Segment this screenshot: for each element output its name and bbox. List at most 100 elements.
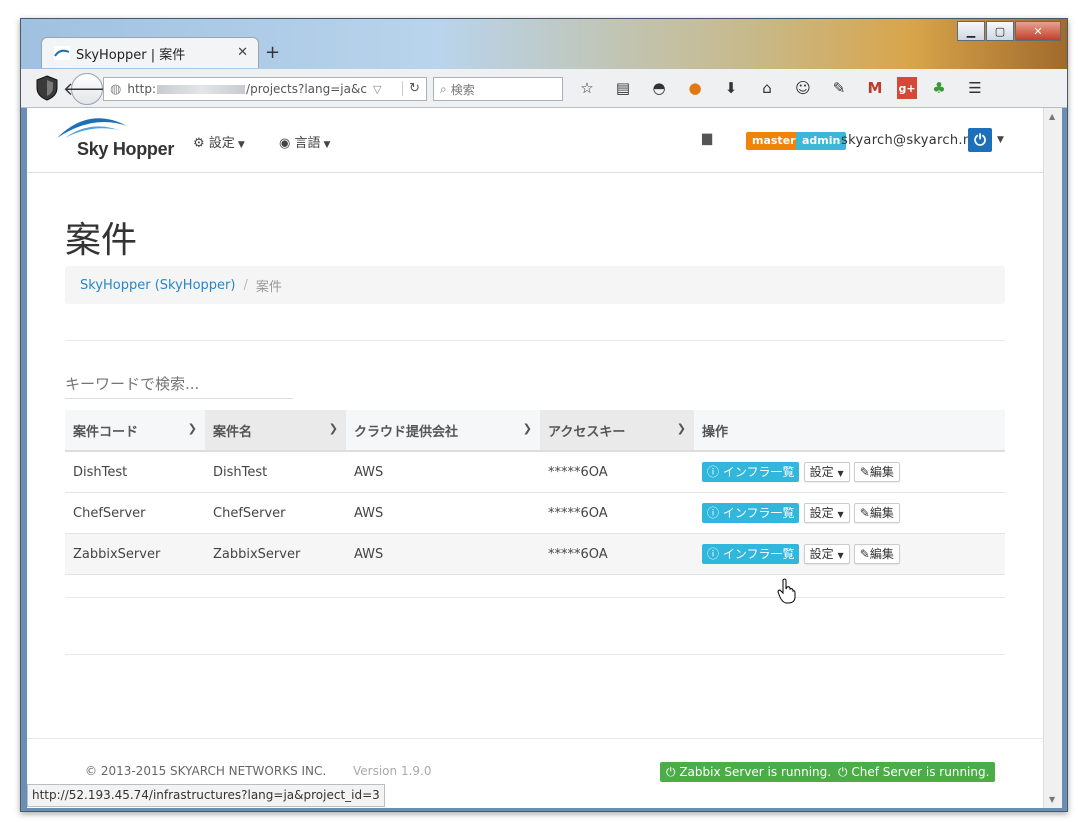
info-icon: ⓘ xyxy=(707,465,720,479)
infra-list-button[interactable]: ⓘ インフラ一覧 xyxy=(702,544,800,564)
browser-status-bar: http://52.193.45.74/infrastructures?lang… xyxy=(27,784,385,807)
bookmark-star-icon[interactable]: ☆ xyxy=(573,77,601,99)
cell-name: ZabbixServer xyxy=(205,533,346,575)
table-row: DishTest DishTest AWS *****6OA ⓘ インフラ一覧 … xyxy=(65,451,1005,493)
cell-access-key: *****6OA xyxy=(540,533,694,575)
breadcrumb-current: 案件 xyxy=(255,279,282,295)
addon-icon[interactable]: ● xyxy=(681,77,709,99)
keyword-search-input[interactable] xyxy=(65,370,293,399)
infra-list-button[interactable]: ⓘ インフラ一覧 xyxy=(702,503,800,523)
scroll-up-icon[interactable]: ▲ xyxy=(1049,112,1055,121)
gears-icon: ⚙ xyxy=(193,136,205,151)
settings-dropdown-button[interactable]: 設定 ▼ xyxy=(803,544,850,564)
close-window-button[interactable]: ✕ xyxy=(1015,21,1061,41)
edit-icon: ✎ xyxy=(859,547,870,561)
caret-down-icon: ▼ xyxy=(837,510,844,519)
table-row: ChefServer ChefServer AWS *****6OA ⓘ インフ… xyxy=(65,492,1005,534)
settings-dropdown-button[interactable]: 設定 ▼ xyxy=(803,503,850,523)
minimize-button[interactable]: ▁ xyxy=(957,21,985,41)
column-header-code[interactable]: 案件コード ❯ xyxy=(65,410,205,452)
cell-code: DishTest xyxy=(65,451,205,493)
reading-list-icon[interactable]: ▤ xyxy=(609,77,637,99)
browser-search-bar[interactable]: ⌕ 検索 xyxy=(433,77,563,101)
table-header-row: 案件コード ❯ 案件名 ❯ クラウド提供会社 ❯ アクセスキー ❯ 操作 xyxy=(65,410,1005,452)
url-prefix: http: xyxy=(127,82,157,96)
maximize-button[interactable]: ▢ xyxy=(986,21,1014,41)
table-row: ZabbixServer ZabbixServer AWS *****6OA ⓘ… xyxy=(65,533,1005,575)
google-plus-icon[interactable]: g+ xyxy=(897,77,917,99)
power-icon: ⏻ xyxy=(666,765,676,779)
globe-icon: ◉ xyxy=(279,136,291,151)
master-badge: master xyxy=(746,132,802,150)
toolbar-icons: ☆ ▤ ◓ ● ⬇ ⌂ ☺ ✎ M g+ ♣ ☰ xyxy=(573,77,997,99)
cell-access-key: *****6OA xyxy=(540,492,694,534)
info-icon: ⓘ xyxy=(707,506,720,520)
edit-button[interactable]: ✎編集 xyxy=(853,462,900,482)
page-scrollbar[interactable]: ▲ ▼ xyxy=(1043,108,1062,808)
back-button[interactable]: 🡐 xyxy=(63,73,111,105)
edit-icon: ✎ xyxy=(859,465,870,479)
extension-icon[interactable]: ♣ xyxy=(925,77,953,99)
download-icon[interactable]: ⬇ xyxy=(717,77,745,99)
settings-menu[interactable]: ⚙ 設定 ▼ xyxy=(193,132,245,151)
user-email[interactable]: skyarch@skyarch.net xyxy=(841,133,985,148)
breadcrumb: SkyHopper (SkyHopper) / 案件 xyxy=(65,266,1005,304)
browser-tab[interactable]: SkyHopper | 案件 ✕ xyxy=(41,37,259,68)
home-icon[interactable]: ⌂ xyxy=(753,77,781,99)
tab-close-icon[interactable]: ✕ xyxy=(237,45,248,60)
column-header-actions: 操作 xyxy=(694,410,1005,452)
chevron-down-icon: ▼ xyxy=(237,140,245,150)
infra-list-button[interactable]: ⓘ インフラ一覧 xyxy=(702,462,800,482)
comment-icon[interactable]: ▆ xyxy=(702,131,712,146)
browser-toolbar: 🡐 ◍ http: /projects?lang=ja&c ▽ ↻ ⌕ 検索 ☆… xyxy=(21,69,1067,108)
breadcrumb-link[interactable]: SkyHopper (SkyHopper) xyxy=(80,278,235,293)
reload-icon[interactable]: ↻ xyxy=(402,81,420,96)
url-bar[interactable]: ◍ http: /projects?lang=ja&c ▽ ↻ xyxy=(103,77,427,101)
url-redacted xyxy=(157,84,246,94)
column-header-name[interactable]: 案件名 ❯ xyxy=(205,410,346,452)
chevron-down-icon: ❯ xyxy=(328,422,338,435)
chef-status-badge: ⏻ Chef Server is running. xyxy=(832,762,996,782)
logo-wing-icon xyxy=(57,118,127,138)
url-dropdown-icon[interactable]: ▽ xyxy=(373,83,381,96)
globe-icon: ◍ xyxy=(110,81,122,97)
chevron-down-icon: ❯ xyxy=(187,422,197,435)
shield-icon[interactable] xyxy=(35,75,59,101)
language-menu-label: 言語 xyxy=(294,136,321,151)
edit-button[interactable]: ✎編集 xyxy=(853,503,900,523)
copyright-text: © 2013-2015 SKYARCH NETWORKS INC. xyxy=(85,764,327,778)
tab-title: SkyHopper | 案件 xyxy=(76,47,186,63)
search-icon: ⌕ xyxy=(440,81,447,96)
edit-button[interactable]: ✎編集 xyxy=(853,544,900,564)
cell-access-key: *****6OA xyxy=(540,451,694,493)
admin-badge: admin xyxy=(796,132,847,150)
menu-icon[interactable]: ☰ xyxy=(961,77,989,99)
skyhopper-favicon-icon xyxy=(54,46,70,60)
cell-actions: ⓘ インフラ一覧 設定 ▼ ✎編集 xyxy=(694,451,1005,493)
user-menu-chevron-icon[interactable]: ▼ xyxy=(997,135,1004,145)
divider xyxy=(65,340,1005,341)
skyhopper-logo[interactable]: Sky Hopper xyxy=(55,112,175,164)
cell-code: ChefServer xyxy=(65,492,205,534)
column-header-access-key[interactable]: アクセスキー ❯ xyxy=(540,410,694,452)
cell-cloud: AWS xyxy=(346,492,540,534)
browser-window: ▁ ▢ ✕ SkyHopper | 案件 ✕ + 🡐 ◍ http: /proj… xyxy=(20,18,1068,812)
settings-menu-label: 設定 xyxy=(208,136,235,151)
column-header-cloud[interactable]: クラウド提供会社 ❯ xyxy=(346,410,540,452)
smiley-icon[interactable]: ☺ xyxy=(789,77,817,99)
pocket-icon[interactable]: ◓ xyxy=(645,77,673,99)
chevron-down-icon: ❯ xyxy=(522,422,532,435)
settings-dropdown-button[interactable]: 設定 ▼ xyxy=(803,462,850,482)
pen-icon[interactable]: ✎ xyxy=(825,77,853,99)
window-controls: ▁ ▢ ✕ xyxy=(956,21,1061,41)
new-tab-button[interactable]: + xyxy=(265,42,280,63)
cell-name: ChefServer xyxy=(205,492,346,534)
scroll-down-icon[interactable]: ▼ xyxy=(1049,795,1055,804)
language-menu[interactable]: ◉ 言語 ▼ xyxy=(279,132,330,151)
gmail-icon[interactable]: M xyxy=(861,77,889,99)
cell-name: DishTest xyxy=(205,451,346,493)
divider xyxy=(65,654,1005,655)
power-icon[interactable]: ⏻ xyxy=(968,128,992,152)
hand-cursor-icon xyxy=(777,578,796,604)
browser-search-placeholder: 検索 xyxy=(450,82,475,97)
